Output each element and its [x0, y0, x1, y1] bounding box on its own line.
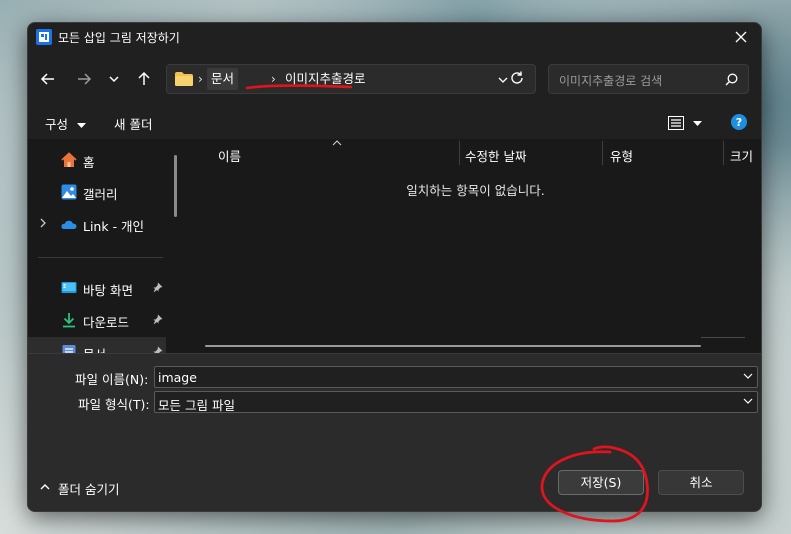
onedrive-cloud-icon — [61, 220, 77, 229]
save-dialog: 모든 삽입 그림 저장하기 › 문서 › 이미지추출경로 이미지추출경로 검색 … — [27, 22, 762, 512]
filename-field[interactable]: image — [154, 366, 758, 388]
search-box[interactable]: 이미지추출경로 검색 — [548, 64, 749, 94]
save-form: 파일 이름(N): image 파일 형식(T): 모든 그림 파일 폴더 숨기… — [28, 353, 761, 511]
sidebar-item-label: 갤러리 — [83, 187, 118, 202]
scrollbar-track-edge — [701, 337, 745, 338]
desktop-icon — [61, 282, 77, 293]
sidebar-item-label: 바탕 화면 — [83, 283, 133, 298]
column-header-name[interactable]: 이름 — [188, 139, 460, 167]
up-button[interactable] — [130, 65, 158, 93]
column-header-type[interactable]: 유형 — [603, 139, 723, 167]
column-label: 이름 — [218, 149, 242, 164]
navigation-bar: › 문서 › 이미지추출경로 이미지추출경로 검색 — [28, 61, 761, 97]
organize-label: 구성 — [45, 117, 69, 132]
file-list[interactable]: 이름 수정한 날짜 유형 크기 일치하는 항목이 없습니다. — [188, 139, 761, 353]
breadcrumb-current-folder[interactable]: 이미지추출경로 — [281, 68, 370, 90]
close-button[interactable] — [721, 23, 761, 51]
search-icon — [725, 73, 738, 86]
hide-folders-label: 폴더 숨기기 — [58, 482, 120, 497]
sidebar-divider — [38, 257, 163, 258]
arrow-right-icon — [78, 73, 92, 85]
refresh-icon — [511, 71, 523, 84]
organize-menu[interactable]: 구성 — [45, 114, 86, 133]
close-icon — [735, 31, 747, 43]
app-icon — [36, 29, 52, 45]
help-button[interactable]: ? — [731, 114, 747, 130]
save-button[interactable]: 저장(S) — [558, 470, 644, 495]
pin-icon — [153, 346, 163, 353]
sort-ascending-icon — [332, 140, 342, 146]
sidebar-item-label: 문서 — [83, 344, 106, 353]
sidebar-item-desktop[interactable]: 바탕 화면 — [28, 273, 166, 303]
sidebar-item-onedrive[interactable]: Link - 개인 — [28, 209, 166, 239]
column-label: 유형 — [610, 149, 634, 164]
download-icon — [63, 313, 75, 328]
chevron-down-icon — [743, 398, 753, 404]
command-bar: 구성 새 폴더 ? — [28, 109, 761, 137]
filetype-label: 파일 형식(T): — [78, 397, 150, 412]
arrow-up-icon — [138, 71, 150, 85]
arrow-left-icon — [40, 73, 54, 85]
caret-down-icon — [693, 121, 702, 126]
pin-icon — [153, 282, 163, 293]
empty-folder-message: 일치하는 항목이 없습니다. — [406, 183, 545, 198]
gallery-icon — [61, 184, 77, 200]
browser-area: 홈 갤러리 Link - 개인 바탕 화면 다운로드 이름 수정한 날짜 유형 … — [28, 139, 761, 353]
filetype-select[interactable]: 모든 그림 파일 — [154, 391, 758, 413]
sidebar-item-home[interactable]: 홈 — [28, 145, 166, 175]
folder-icon — [175, 72, 193, 86]
home-icon — [61, 152, 77, 167]
column-header-modified[interactable]: 수정한 날짜 — [460, 139, 602, 167]
new-folder-button[interactable]: 새 폴더 — [114, 114, 152, 133]
filename-label: 파일 이름(N): — [75, 372, 149, 387]
recent-locations-button[interactable] — [100, 65, 128, 93]
chevron-down-icon — [109, 76, 119, 83]
documents-icon — [62, 345, 76, 353]
chevron-up-icon — [40, 484, 50, 490]
column-label: 크기 — [730, 149, 754, 164]
window-title: 모든 삽입 그림 저장하기 — [58, 31, 180, 45]
list-view-icon — [668, 116, 684, 130]
horizontal-scrollbar[interactable] — [205, 345, 701, 347]
address-bar[interactable]: › 문서 › 이미지추출경로 — [166, 64, 536, 94]
breadcrumb-documents[interactable]: 문서 — [207, 68, 239, 90]
navigation-pane[interactable]: 홈 갤러리 Link - 개인 바탕 화면 다운로드 — [28, 139, 166, 353]
sidebar-item-documents[interactable]: 문서 — [28, 337, 166, 353]
caret-down-icon — [77, 122, 86, 128]
refresh-button[interactable] — [503, 64, 531, 92]
sidebar-scrollbar[interactable] — [174, 155, 177, 217]
filename-value[interactable]: image — [158, 370, 197, 385]
search-placeholder: 이미지추출경로 검색 — [559, 74, 663, 88]
sidebar-item-label: Link - 개인 — [83, 219, 145, 234]
help-icon: ? — [735, 115, 743, 129]
title-bar: 모든 삽입 그림 저장하기 — [28, 23, 761, 51]
cancel-button[interactable]: 취소 — [658, 470, 744, 495]
sidebar-item-label: 다운로드 — [83, 315, 130, 330]
pin-icon — [153, 314, 163, 325]
forward-button[interactable] — [70, 65, 98, 93]
column-header-size[interactable]: 크기 — [724, 139, 761, 167]
back-button[interactable] — [34, 65, 62, 93]
column-label: 수정한 날짜 — [465, 149, 527, 164]
filetype-value: 모든 그림 파일 — [158, 398, 235, 413]
sidebar-item-label: 홈 — [83, 155, 95, 170]
view-options-button[interactable] — [668, 111, 712, 135]
breadcrumb-separator-icon: › — [271, 72, 276, 86]
sidebar-item-gallery[interactable]: 갤러리 — [28, 177, 166, 207]
breadcrumb-separator-icon: › — [198, 72, 203, 86]
chevron-right-icon[interactable] — [39, 218, 47, 228]
sidebar-item-downloads[interactable]: 다운로드 — [28, 305, 166, 335]
chevron-down-icon[interactable] — [743, 373, 753, 380]
